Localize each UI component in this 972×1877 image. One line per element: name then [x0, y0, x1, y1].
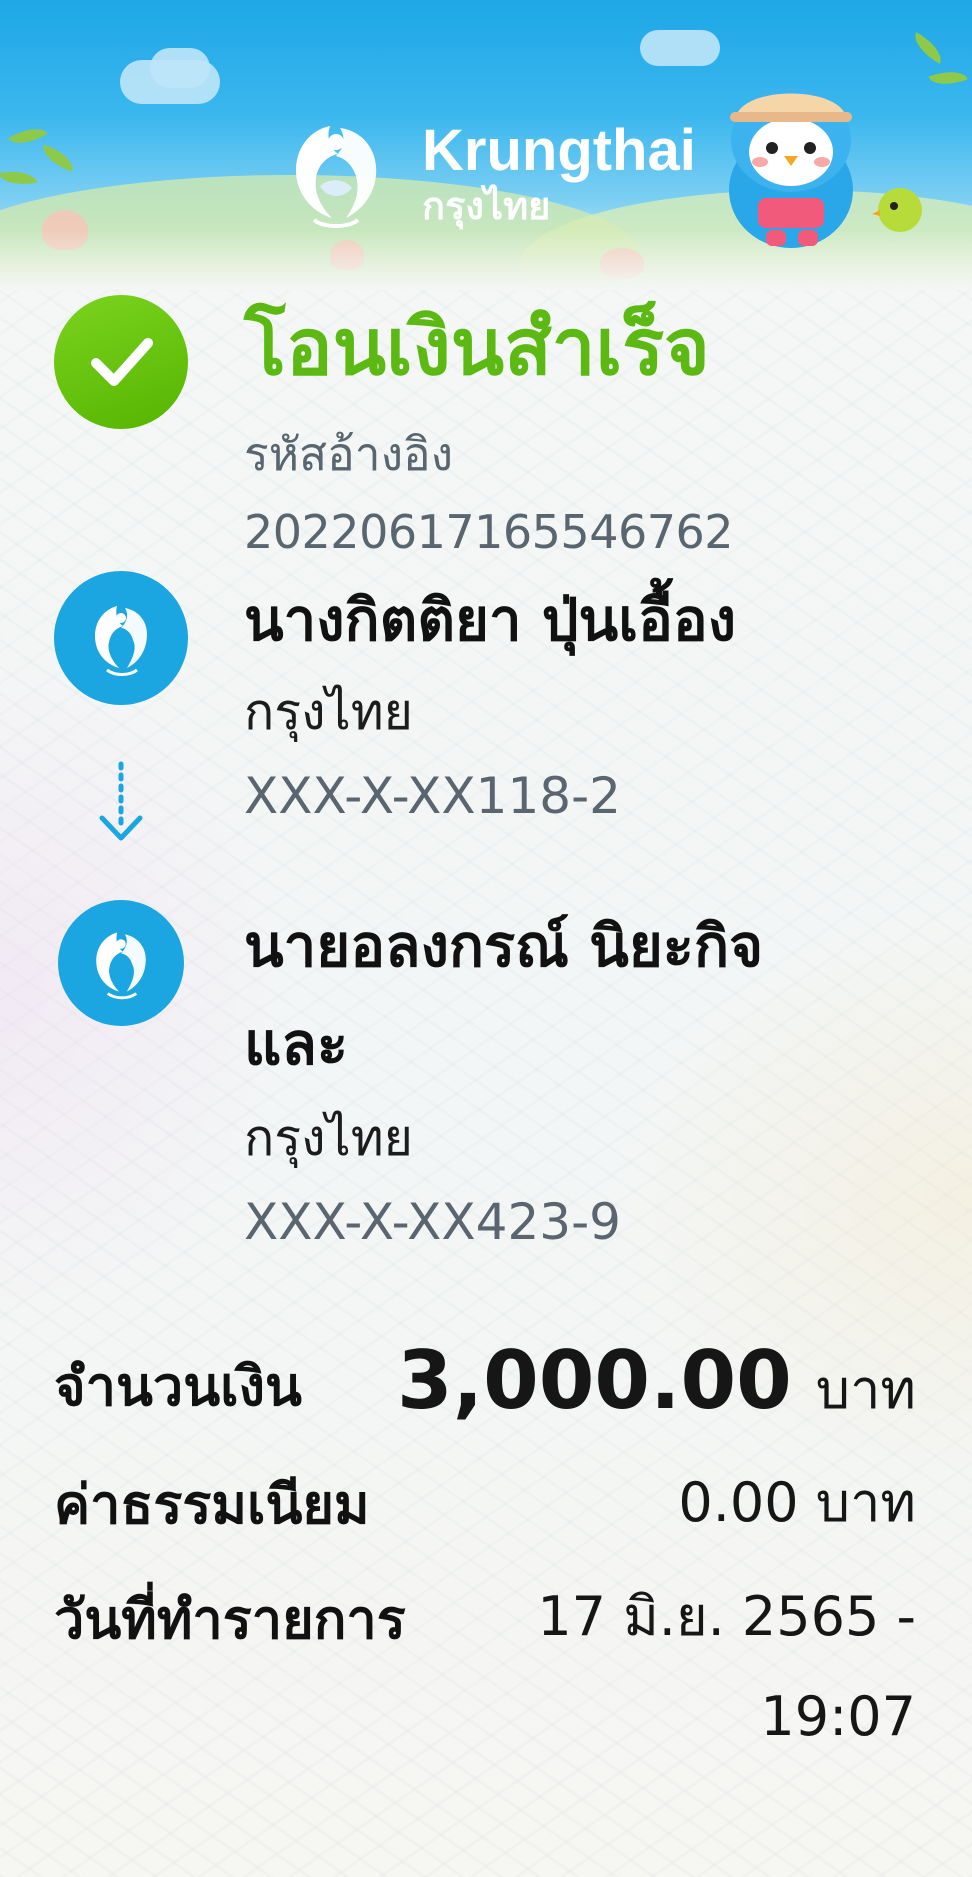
transaction-time-value: 19:07: [760, 1685, 916, 1748]
arrow-down-icon: [99, 761, 143, 841]
header-banner: Krungthai กรุงไทย: [0, 0, 972, 290]
small-bird-illustration: [872, 188, 922, 232]
receiver-bank-name: กรุงไทย: [244, 1109, 413, 1167]
krungthai-logo-icon: [96, 932, 146, 1000]
amount-unit: บาท: [815, 1358, 916, 1421]
check-icon: [91, 338, 153, 386]
receiver-name: นายอลงกรณ์ นิยะกิจ: [244, 912, 764, 980]
fee-label: ค่าธรรมเนียม: [54, 1473, 370, 1536]
success-check-badge: [54, 295, 188, 429]
fee-value: 0.00 บาท: [678, 1471, 916, 1534]
receiver-name-continued: และ: [244, 1010, 349, 1078]
status-title: โอนเงินสำเร็จ: [244, 303, 710, 393]
transaction-date-label: วันที่ทำรายการ: [54, 1588, 406, 1651]
receiver-account-number: XXX-X-XX423-9: [244, 1193, 621, 1251]
sender-bank-name: กรุงไทย: [244, 683, 413, 741]
brand-name-en: Krungthai: [422, 118, 696, 183]
receiver-bank-avatar: [58, 900, 184, 1026]
mascot-bird-illustration: [729, 88, 853, 248]
cloud-decoration: [640, 30, 720, 66]
brand-name-th: กรุงไทย: [422, 184, 551, 228]
amount-label: จำนวนเงิน: [54, 1355, 302, 1418]
leaf-decoration: [0, 166, 38, 190]
reference-number: 20220617165546762: [244, 505, 734, 559]
sender-account-number: XXX-X-XX118-2: [244, 767, 621, 825]
leaf-decoration: [908, 32, 948, 64]
krungthai-logo-icon: [95, 606, 147, 676]
transaction-date-value: 17 มิ.ย. 2565 -: [537, 1585, 916, 1648]
reference-label: รหัสอ้างอิง: [244, 427, 454, 481]
amount-row-value: 3,000.00 บาท: [397, 1336, 916, 1435]
krungthai-logo-icon: [296, 126, 377, 228]
leaf-decoration: [928, 64, 968, 92]
brand-lockup: Krungthai กรุงไทย: [270, 108, 696, 238]
amount-value: 3,000.00: [397, 1334, 792, 1427]
sender-name: นางกิตติยา ปุ่นเอื้อง: [244, 586, 737, 654]
sender-bank-avatar: [54, 571, 188, 705]
cloud-decoration: [150, 48, 210, 88]
leaf-decoration: [8, 120, 48, 152]
leaf-decoration: [38, 144, 78, 172]
